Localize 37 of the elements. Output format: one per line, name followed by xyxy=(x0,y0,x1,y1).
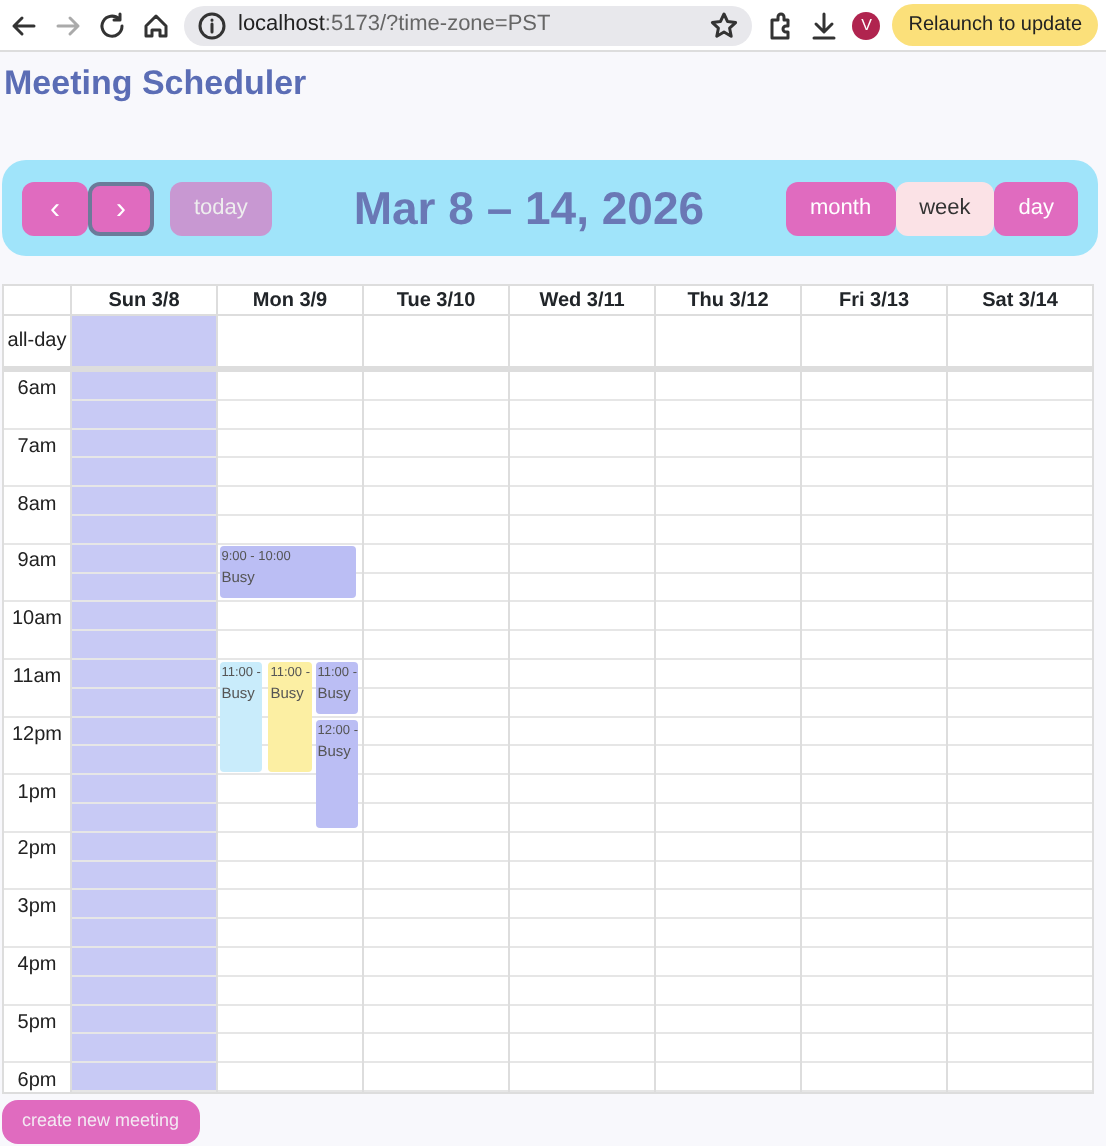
time-label: 6pm xyxy=(17,1067,57,1096)
time-label: 2pm xyxy=(17,836,57,865)
prev-button[interactable]: ‹ xyxy=(22,181,88,235)
relaunch-button[interactable]: Relaunch to update xyxy=(892,4,1098,46)
info-icon[interactable] xyxy=(196,9,228,41)
address-bar[interactable]: localhost:5173/?time-zone=PST xyxy=(184,5,753,45)
day-header: Fri 3/13 xyxy=(802,286,946,316)
star-icon[interactable] xyxy=(708,9,741,41)
day-header: Mon 3/9 xyxy=(218,286,362,316)
day-header: Tue 3/10 xyxy=(364,286,508,316)
time-label: 8am xyxy=(17,491,57,520)
time-label: 12pm xyxy=(11,721,62,750)
reload-icon[interactable] xyxy=(96,9,128,41)
time-label: 10am xyxy=(11,606,62,635)
date-range-title: Mar 8 – 14, 2026 xyxy=(351,179,707,238)
create-meeting-button[interactable]: create new meeting xyxy=(2,1100,200,1143)
app-title: Meeting Scheduler xyxy=(4,64,309,104)
time-label: 1pm xyxy=(17,779,57,808)
view-tab[interactable]: day xyxy=(994,181,1078,235)
download-icon[interactable] xyxy=(808,9,841,41)
all-day-label: all-day xyxy=(7,328,67,356)
time-label: 4pm xyxy=(17,951,57,980)
day-header: Sat 3/14 xyxy=(948,286,1092,316)
home-icon[interactable] xyxy=(140,9,172,41)
next-button[interactable]: › xyxy=(88,181,154,235)
time-label: 9am xyxy=(17,548,57,577)
view-tab[interactable]: month xyxy=(785,181,896,235)
day-header: Thu 3/12 xyxy=(656,286,800,316)
time-label: 7am xyxy=(17,433,57,462)
time-label: 3pm xyxy=(17,894,57,923)
time-label: 6am xyxy=(17,376,57,404)
url-text: localhost:5173/?time-zone=PST xyxy=(238,10,551,41)
time-label: 5pm xyxy=(17,1009,57,1038)
profile-avatar[interactable]: V xyxy=(852,11,881,39)
time-label: 11am xyxy=(12,663,62,692)
view-tab[interactable]: week xyxy=(895,181,995,235)
day-header: Wed 3/11 xyxy=(510,286,654,316)
